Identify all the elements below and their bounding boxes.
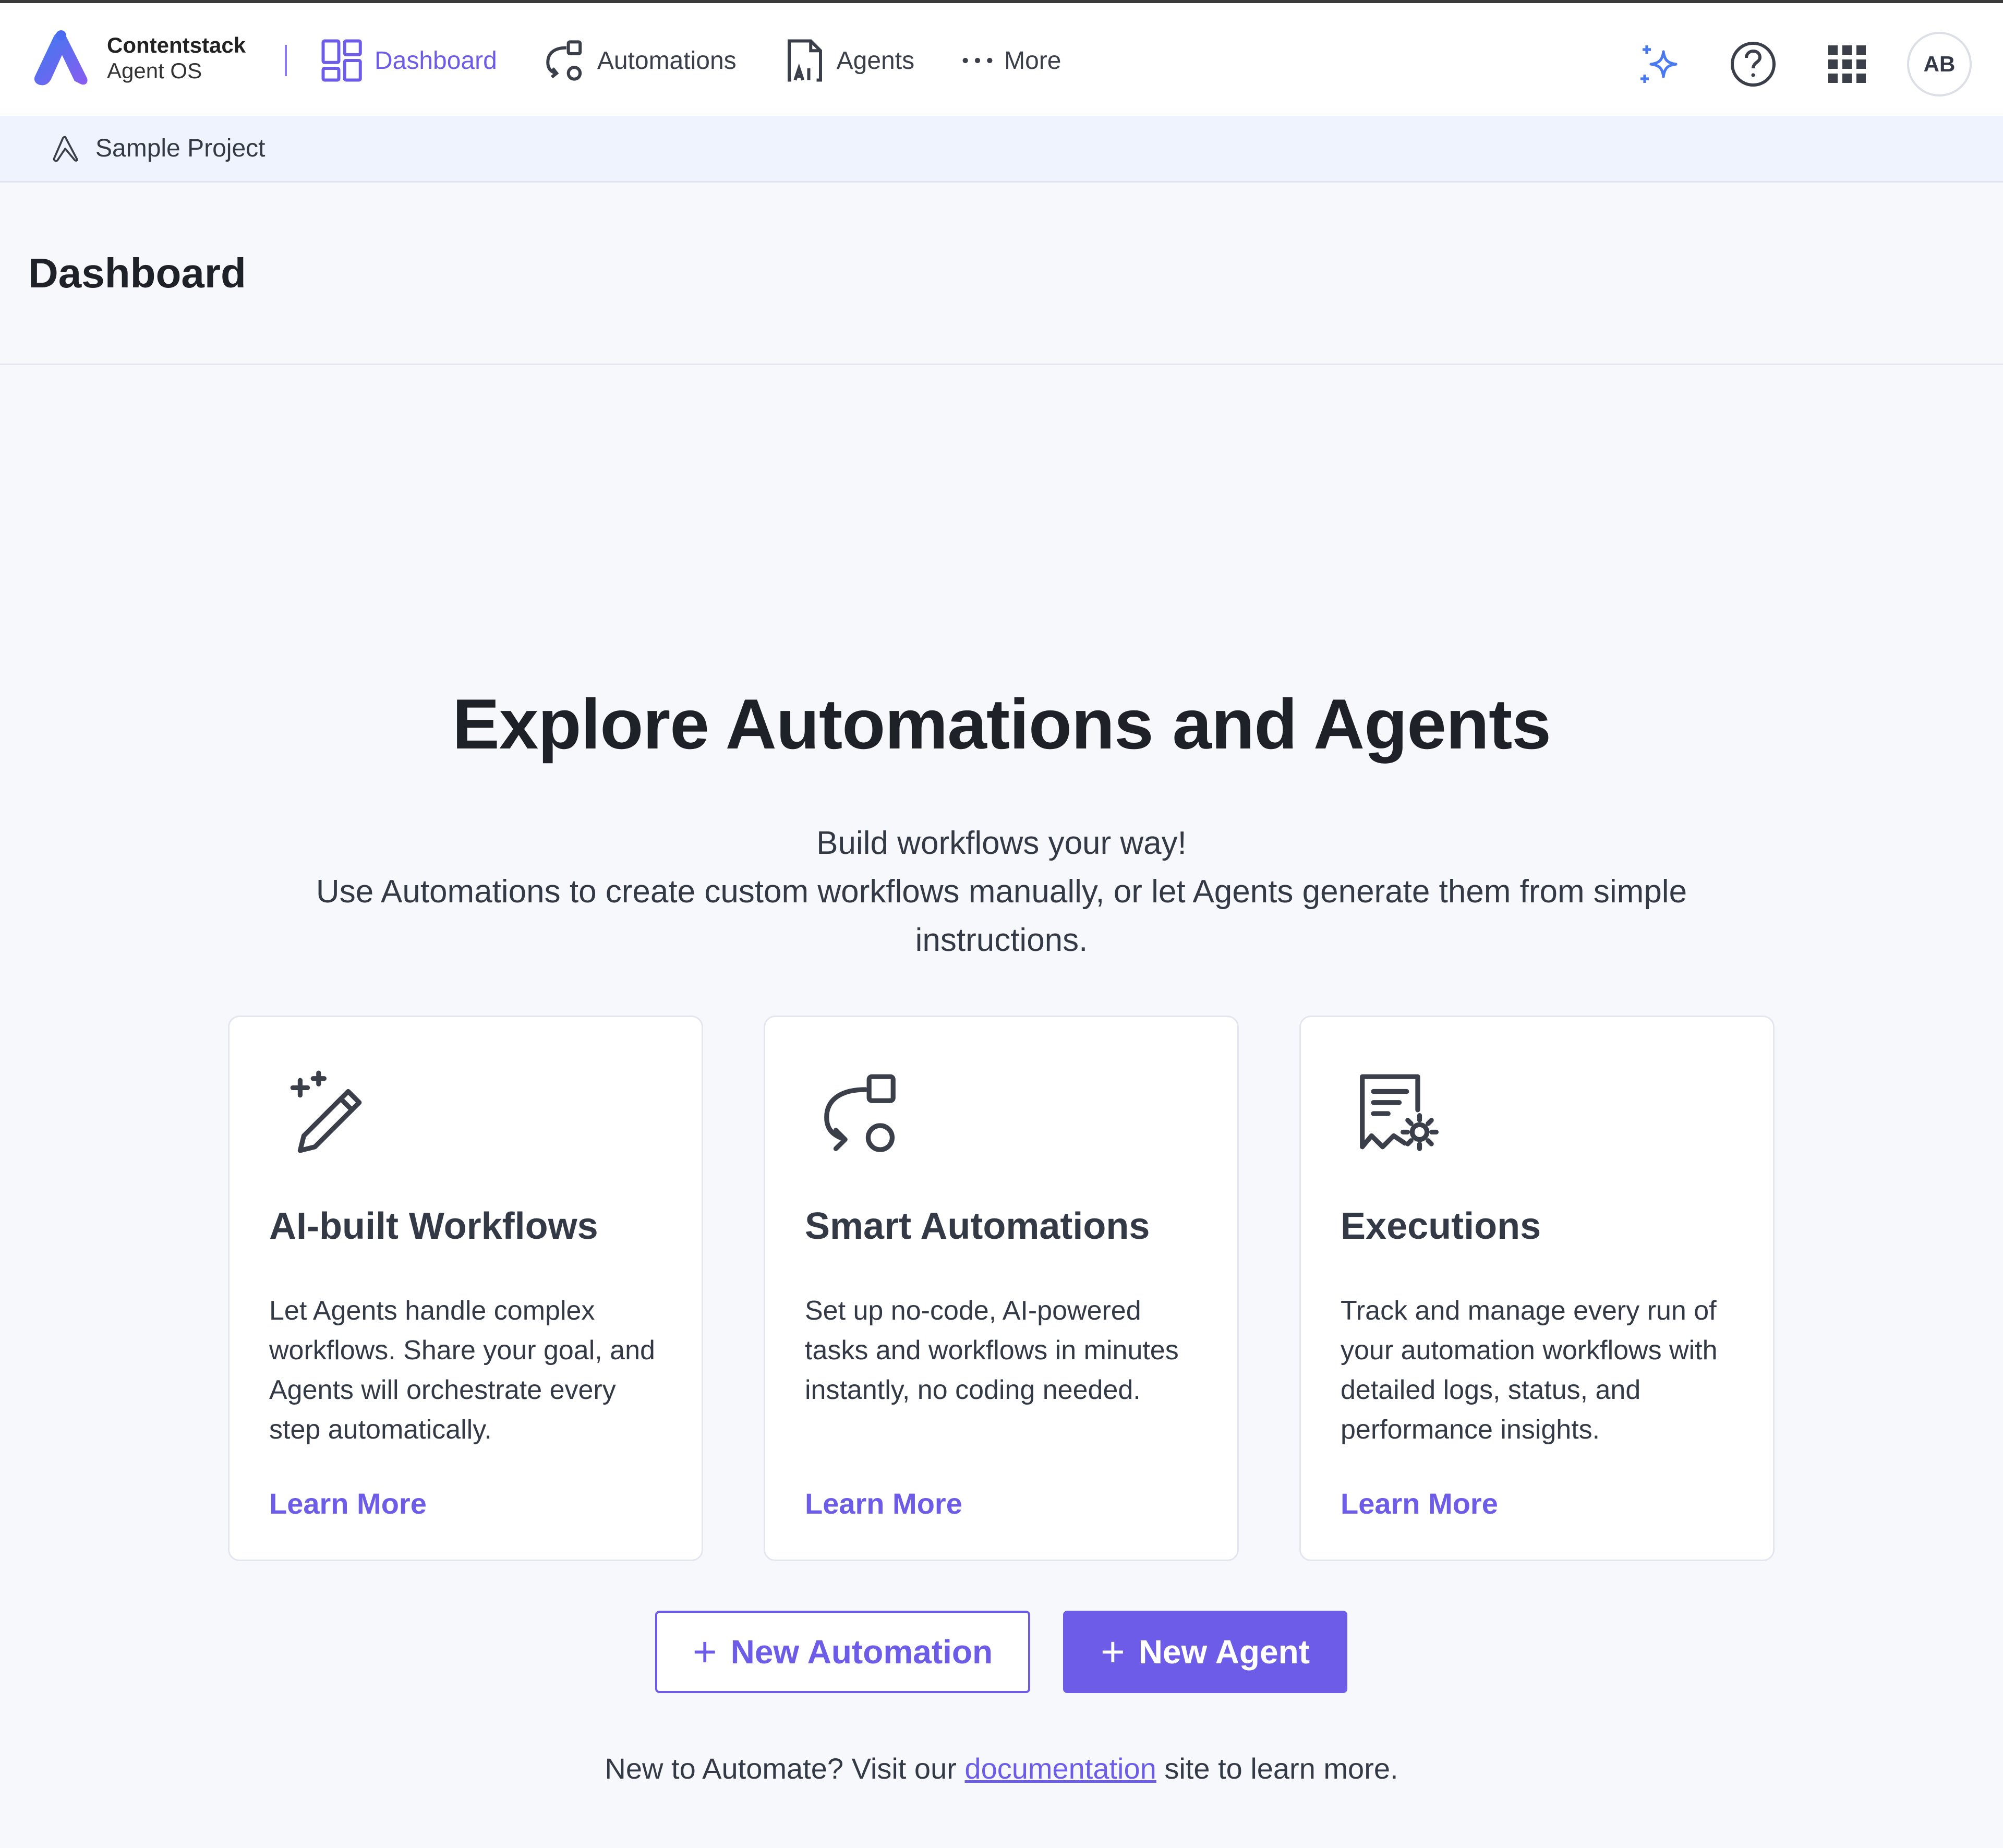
- new-agent-button[interactable]: + New Agent: [1063, 1611, 1347, 1693]
- app-switcher-button[interactable]: [1818, 35, 1876, 93]
- breadcrumb-project[interactable]: Sample Project: [95, 134, 265, 163]
- automations-icon: [546, 40, 582, 81]
- nav-label: Automations: [597, 46, 737, 75]
- new-automation-button[interactable]: + New Automation: [655, 1611, 1030, 1693]
- more-dots-icon: [962, 57, 993, 64]
- magic-pen-icon: [290, 1070, 362, 1153]
- header-actions: AB: [1594, 32, 1972, 96]
- hero-subtitle: Build workflows your way! Use Automation…: [219, 819, 1784, 964]
- card-executions: Executions Track and manage every run of…: [1299, 1016, 1775, 1561]
- page-title-bar: Dashboard: [0, 183, 2003, 365]
- learn-more-link[interactable]: Learn More: [269, 1487, 427, 1520]
- documentation-link[interactable]: documentation: [964, 1752, 1156, 1785]
- hero-line-2: Use Automations to create custom workflo…: [316, 874, 1687, 910]
- card-smart-automations: Smart Automations Set up no-code, AI-pow…: [764, 1016, 1239, 1561]
- brand-name: Contentstack: [107, 33, 246, 58]
- brand[interactable]: Contentstack Agent OS: [29, 28, 246, 88]
- app-grid-icon: [1828, 45, 1866, 83]
- card-title: AI-built Workflows: [269, 1205, 598, 1247]
- card-description: Track and manage every run of your autom…: [1341, 1296, 1718, 1445]
- new-agent-label: New Agent: [1138, 1633, 1310, 1671]
- brand-divider: [285, 45, 287, 76]
- nav-item-automations[interactable]: Automations: [542, 37, 737, 84]
- feature-cards: AI-built Workflows Let Agents handle com…: [228, 1016, 1775, 1561]
- user-avatar[interactable]: AB: [1907, 32, 1972, 96]
- card-description: Set up no-code, AI-powered tasks and wor…: [805, 1296, 1179, 1405]
- help-button[interactable]: [1724, 35, 1782, 93]
- card-description: Let Agents handle complex workflows. Sha…: [269, 1296, 655, 1445]
- contentstack-logo-icon: [34, 30, 88, 86]
- card-title: Smart Automations: [805, 1205, 1150, 1247]
- hero-title: Explore Automations and Agents: [452, 684, 1551, 764]
- footer-suffix: site to learn more.: [1164, 1752, 1398, 1785]
- learn-more-link[interactable]: Learn More: [805, 1487, 962, 1520]
- hero-line-1: Build workflows your way!: [816, 825, 1187, 861]
- brand-product: Agent OS: [107, 58, 202, 83]
- dashboard-icon: [321, 39, 362, 82]
- automation-flow-icon: [824, 1074, 896, 1152]
- executions-log-icon: [1360, 1074, 1439, 1151]
- sparkle-icon: [1640, 45, 1678, 83]
- breadcrumb: Sample Project: [0, 116, 2003, 183]
- nav-item-dashboard[interactable]: Dashboard: [319, 37, 497, 84]
- page-title: Dashboard: [28, 249, 246, 296]
- help-icon: [1731, 42, 1776, 87]
- nav-label: More: [1004, 46, 1061, 75]
- ai-assistant-button[interactable]: [1631, 35, 1688, 93]
- nav-label: Agents: [836, 46, 915, 75]
- new-automation-label: New Automation: [730, 1633, 993, 1671]
- learn-more-link[interactable]: Learn More: [1341, 1487, 1498, 1520]
- cta-buttons: + New Automation + New Agent: [655, 1611, 1347, 1693]
- plus-icon: +: [692, 1628, 717, 1675]
- project-logo-icon: [53, 136, 78, 162]
- plus-icon: +: [1100, 1628, 1125, 1675]
- nav-item-agents[interactable]: Agents: [781, 37, 914, 84]
- hero-line-3: instructions.: [915, 922, 1088, 958]
- card-title: Executions: [1341, 1205, 1541, 1247]
- footer-prefix: New to Automate? Visit our: [605, 1752, 957, 1785]
- nav-label: Dashboard: [375, 46, 497, 75]
- main-nav: Dashboard Automations Agents More: [319, 34, 1106, 87]
- nav-item-more[interactable]: More: [959, 42, 1061, 79]
- agents-icon: [787, 39, 822, 82]
- top-header: Contentstack Agent OS Dashboard Automati…: [0, 3, 2003, 116]
- footer-help-text: New to Automate? Visit our documentation…: [0, 1752, 2003, 1785]
- card-ai-built-workflows: AI-built Workflows Let Agents handle com…: [228, 1016, 703, 1561]
